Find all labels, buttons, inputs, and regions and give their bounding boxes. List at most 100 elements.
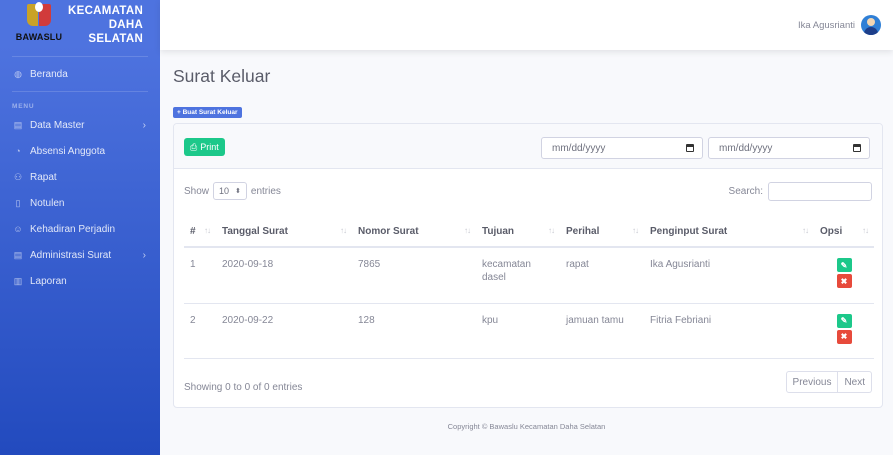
entries-length-select[interactable]: 10 ⬍ [213,182,247,200]
sidebar-brand[interactable]: BAWASLU KECAMATAN DAHA SELATAN [0,0,160,50]
sidebar-item-notulen[interactable]: ▯ Notulen [0,190,160,216]
sidebar-item-label: Kehadiran Perjadin [30,223,116,235]
sidebar-item-data-master[interactable]: ▤ Data Master › [0,112,160,138]
card-header: ⎙ Print mm/dd/yyyy mm/dd/yyyy [174,124,882,169]
edit-button[interactable]: ✎ [836,258,852,272]
column-header-nomor-surat[interactable]: Nomor Surat ↑↓ [352,216,476,248]
users-icon: ⚇ [13,171,23,182]
column-header-penginput-surat[interactable]: Penginput Surat ↑↓ [644,216,814,248]
sidebar-item-label: Beranda [30,68,68,80]
folder-icon: ▤ [13,249,23,260]
chevron-right-icon: › [142,119,146,131]
copyright-footer: Copyright © Bawaslu Kecamatan Daha Selat… [447,422,606,431]
topbar: Ika Agusrianti [160,0,893,50]
logo-text: BAWASLU [15,32,63,42]
table-row: 2 2020-09-22 128 kpu jamuan tamu Fitria … [184,303,874,359]
pagination: Previous Next [785,371,872,393]
user-check-icon: ☺ [13,224,23,234]
cell-tujuan-text: kecamatan dasel [482,259,531,283]
chevron-right-icon: › [142,249,146,261]
add-surat-keluar-button[interactable]: + Buat Surat Keluar [173,107,242,118]
date-from-input[interactable]: mm/dd/yyyy [541,137,703,159]
brand-line-1: KECAMATAN [68,5,144,17]
sidebar-item-administrasi-surat[interactable]: ▤ Administrasi Surat › [0,242,160,268]
close-icon: ✖ [840,276,848,286]
report-icon: ▥ [13,275,23,286]
sidebar-heading-menu: MENU [12,103,35,110]
file-icon: ▯ [15,197,21,208]
row-actions: ✎ ✖ [820,313,868,344]
surat-keluar-table: # ↑↓ Tanggal Surat ↑↓ Nomor Surat ↑↓ Tujuan… [184,216,874,359]
cell-penginput-surat: Fitria Febriani [644,303,814,359]
sort-icon: ↑↓ [632,226,639,235]
next-page-button[interactable]: Next [838,371,872,393]
print-button[interactable]: ⎙ Print [184,138,225,156]
user-name[interactable]: Ika Agusrianti [798,20,855,31]
sidebar-item-beranda[interactable]: ◍ Beranda [0,61,160,87]
column-header-opsi[interactable]: Opsi ↑↓ [814,216,874,248]
edit-button[interactable]: ✎ [836,313,852,328]
main-content: Surat Keluar + Buat Surat Keluar ⎙ Print… [160,50,893,455]
column-header-tujuan[interactable]: Tujuan ↑↓ [476,216,560,248]
sidebar-item-laporan[interactable]: ▥ Laporan [0,268,160,294]
calendar-icon[interactable] [686,144,694,152]
sidebar-item-label: Data Master [30,119,85,131]
sidebar-item-absensi-anggota[interactable]: ◔ Absensi Anggota [0,138,160,164]
column-header-perihal[interactable]: Perihal ↑↓ [560,216,644,248]
bawaslu-logo: BAWASLU [15,2,63,48]
logo-emblem-icon [27,2,51,30]
entries-label: entries [250,185,281,197]
delete-button[interactable]: ✖ [836,329,852,344]
previous-page-button[interactable]: Previous [785,371,839,393]
card-body: Show 10 ⬍ entries Search: # ↑↓ Tanggal Su… [184,182,874,397]
select-arrows-icon: ⬍ [235,188,241,195]
sidebar-item-label: Administrasi Surat [30,249,112,261]
sidebar-item-label: Laporan [30,275,67,287]
search-input[interactable] [768,182,872,201]
table-row: 1 2020-09-18 7865 kecamatan dasel rapat … [184,247,874,304]
sidebar-divider [12,91,148,92]
table-info: Showing 0 to 0 of 0 entries [184,382,303,393]
brand-line-2: DAHA [108,19,144,31]
delete-button[interactable]: ✖ [836,274,852,288]
cell-tujuan: kpu [476,303,560,359]
surat-keluar-card: ⎙ Print mm/dd/yyyy mm/dd/yyyy Show 10 ⬍ … [173,123,883,408]
sort-icon: ↑↓ [802,226,809,235]
cell-opsi: ✎ ✖ [814,303,874,359]
cell-tanggal-surat: 2020-09-22 [208,303,352,359]
date-from-placeholder: mm/dd/yyyy [552,142,606,154]
table-header-row: # ↑↓ Tanggal Surat ↑↓ Nomor Surat ↑↓ Tujuan… [184,216,874,248]
sidebar-item-label: Absensi Anggota [30,145,106,157]
print-icon: ⎙ [190,141,198,152]
row-actions: ✎ ✖ [820,258,868,288]
cell-tujuan: kecamatan dasel [476,247,560,304]
search-label: Search: [728,186,763,197]
folder-icon: ▤ [13,119,23,130]
sort-icon: ↑↓ [464,226,471,235]
search-control: Search: [729,182,872,201]
show-label: Show [184,185,210,197]
date-to-input[interactable]: mm/dd/yyyy [708,137,870,159]
calendar-icon[interactable] [853,144,861,152]
sidebar: BAWASLU KECAMATAN DAHA SELATAN ◍ Beranda… [0,0,160,455]
cell-opsi: ✎ ✖ [814,247,874,304]
cell-penginput-surat: Ika Agusrianti [644,247,814,304]
column-header-number[interactable]: # ↑↓ [184,216,211,248]
entries-length-control: Show 10 ⬍ entries [184,182,281,200]
sidebar-item-kehadiran-perjadin[interactable]: ☺ Kehadiran Perjadin [0,216,160,242]
entries-length-value: 10 [219,186,230,196]
cell-number: 2 [184,303,208,359]
cell-tanggal-surat: 2020-09-18 [208,247,352,304]
cell-perihal: jamuan tamu [560,303,644,359]
edit-icon: ✎ [840,316,848,325]
sort-icon: ↑↓ [340,226,347,235]
print-button-label: Print [200,142,219,152]
clock-icon: ◔ [15,146,21,156]
cell-nomor-surat: 7865 [352,247,476,304]
brand-title: KECAMATAN DAHA SELATAN [68,4,143,46]
column-header-tanggal-surat[interactable]: Tanggal Surat ↑↓ [208,216,352,248]
sidebar-item-rapat[interactable]: ⚇ Rapat [0,164,160,190]
avatar[interactable] [861,15,881,35]
sort-icon: ↑↓ [862,226,869,235]
page-title: Surat Keluar [173,66,271,86]
